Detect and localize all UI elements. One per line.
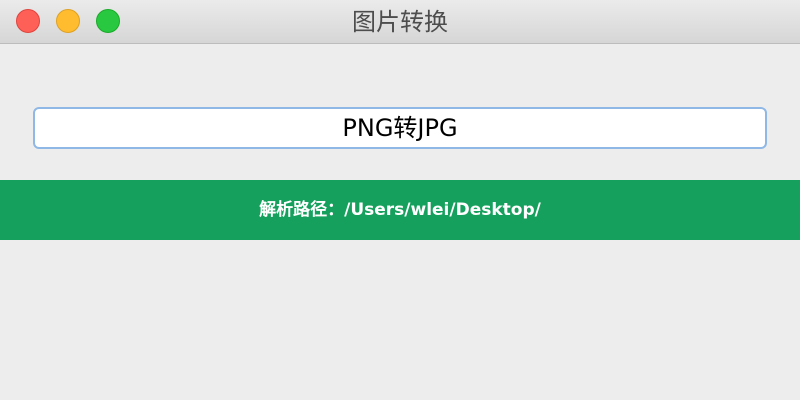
app-window: 图片转换 PNG转JPG 解析路径：/Users/wlei/Desktop/ (0, 0, 800, 400)
parse-path-status-bar: 解析路径：/Users/wlei/Desktop/ (0, 180, 800, 240)
parse-path-label: 解析路径：/Users/wlei/Desktop/ (259, 200, 541, 220)
window-title: 图片转换 (352, 8, 448, 36)
title-bar: 图片转换 (0, 0, 800, 44)
png-to-jpg-button[interactable]: PNG转JPG (33, 107, 767, 149)
